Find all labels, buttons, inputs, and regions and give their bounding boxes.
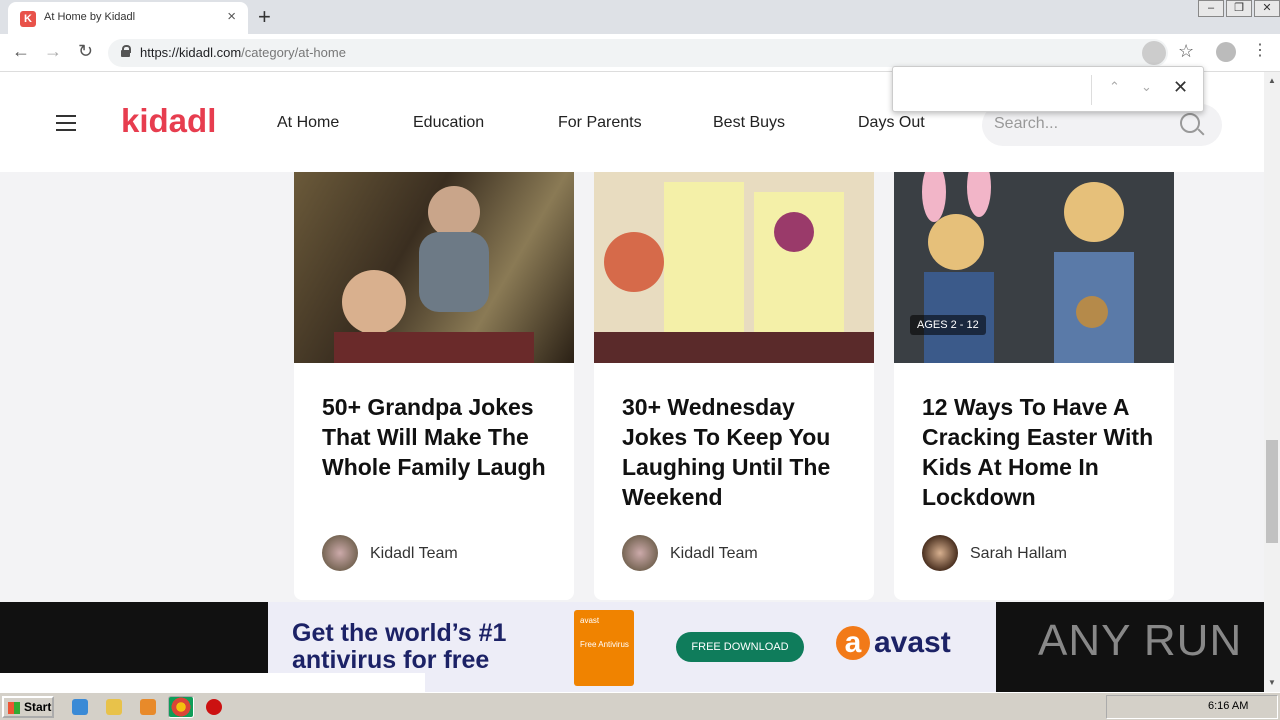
ad-headline: Get the world’s #1 antivirus for free [292, 620, 506, 674]
avast-logo-icon: a [836, 626, 870, 660]
author-avatar [322, 535, 358, 571]
article-title[interactable]: 30+ Wednesday Jokes To Keep You Laughing… [622, 392, 854, 512]
start-button[interactable]: Start [2, 696, 54, 718]
lock-icon [120, 45, 131, 57]
back-icon[interactable]: ← [12, 41, 30, 62]
article-card[interactable]: 50+ Grandpa Jokes That Will Make The Who… [294, 172, 574, 600]
url-text[interactable]: https://kidadl.com/category/at-home [140, 45, 346, 60]
kidadl-favicon-icon: K [20, 11, 36, 27]
reload-icon[interactable]: ↻ [78, 41, 93, 62]
find-in-page-icon[interactable] [1142, 41, 1166, 65]
anyrun-watermark: ANY RUN [1038, 616, 1243, 665]
minimize-icon[interactable]: – [1198, 0, 1224, 17]
article-image[interactable] [594, 172, 874, 363]
system-tray [1106, 695, 1278, 719]
author-avatar [922, 535, 958, 571]
new-tab-button[interactable]: + [258, 4, 271, 30]
author-name[interactable]: Kidadl Team [370, 545, 458, 563]
find-next-icon[interactable]: ⌄ [1141, 79, 1152, 95]
page-scrollbar[interactable]: ▲ ▼ [1264, 72, 1280, 692]
author-avatar [622, 535, 658, 571]
article-title[interactable]: 12 Ways To Have A Cracking Easter With K… [922, 392, 1154, 512]
chrome-icon[interactable] [168, 696, 194, 718]
product-box-image: avast Free Antivirus [574, 610, 634, 686]
url-host: https://kidadl.com [140, 45, 242, 60]
grandpa-baby-photo [334, 186, 534, 372]
avast-logo: a avast [836, 626, 951, 660]
address-bar[interactable]: https://kidadl.com/category/at-home [108, 39, 1168, 67]
find-close-icon[interactable]: ✕ [1173, 77, 1188, 98]
web-page: kidadl At Home Education For Parents Bes… [0, 72, 1264, 692]
windows-taskbar: Start 6:16 AM [0, 692, 1280, 720]
nav-education[interactable]: Education [413, 114, 484, 132]
folder-icon[interactable] [106, 699, 122, 715]
author-name[interactable]: Kidadl Team [670, 545, 758, 563]
article-image[interactable] [294, 172, 574, 372]
find-bar: ⌃ ⌄ ✕ [892, 66, 1204, 112]
close-window-icon[interactable]: ✕ [1254, 0, 1280, 17]
close-tab-icon[interactable]: × [227, 8, 236, 25]
planner-photo [594, 172, 874, 363]
window-controls: – ❐ ✕ [1196, 0, 1280, 18]
article-card[interactable]: 30+ Wednesday Jokes To Keep You Laughing… [594, 172, 874, 600]
nav-for-parents[interactable]: For Parents [558, 114, 642, 132]
find-divider [1091, 75, 1092, 105]
article-image[interactable]: AGES 2 - 12 [894, 172, 1174, 363]
nav-best-buys[interactable]: Best Buys [713, 114, 785, 132]
ad-headline-line1: Get the world’s #1 [292, 619, 507, 647]
bookmark-star-icon[interactable]: ☆ [1178, 41, 1194, 62]
scroll-up-icon[interactable]: ▲ [1268, 76, 1276, 85]
hamburger-menu-icon[interactable] [56, 115, 76, 136]
opera-icon[interactable] [206, 699, 222, 715]
ie-icon[interactable] [72, 699, 88, 715]
tab-strip: K At Home by Kidadl × + – ❐ ✕ [0, 0, 1280, 34]
scrollbar-thumb[interactable] [1266, 440, 1278, 543]
author-name[interactable]: Sarah Hallam [970, 545, 1067, 563]
find-previous-icon[interactable]: ⌃ [1109, 79, 1120, 95]
article-title[interactable]: 50+ Grandpa Jokes That Will Make The Who… [322, 392, 554, 482]
nav-at-home[interactable]: At Home [277, 114, 339, 132]
nav-days-out[interactable]: Days Out [858, 114, 925, 132]
more-menu-icon[interactable]: ⋮ [1252, 40, 1268, 60]
url-path: /category/at-home [241, 45, 346, 60]
free-download-button[interactable]: FREE DOWNLOAD [676, 632, 804, 662]
media-player-icon[interactable] [140, 699, 156, 715]
kidadl-logo[interactable]: kidadl [121, 102, 216, 140]
profile-avatar[interactable] [1216, 42, 1236, 62]
status-area [0, 673, 425, 692]
tab-title: At Home by Kidadl [44, 11, 136, 23]
avast-wordmark: avast [874, 626, 951, 659]
article-card[interactable]: AGES 2 - 12 12 Ways To Have A Cracking E… [894, 172, 1174, 600]
scroll-down-icon[interactable]: ▼ [1268, 678, 1276, 687]
restore-icon[interactable]: ❐ [1226, 0, 1252, 17]
tab-at-home[interactable]: K At Home by Kidadl × [8, 2, 248, 34]
box-brand: avast [580, 616, 600, 625]
find-input[interactable] [901, 75, 1087, 103]
search-placeholder: Search... [994, 115, 1059, 132]
box-label: Free Antivirus [580, 640, 629, 649]
forward-icon[interactable]: → [44, 41, 62, 62]
search-icon[interactable] [1180, 113, 1200, 133]
age-badge: AGES 2 - 12 [910, 315, 986, 335]
ad-headline-line2: antivirus for free [292, 646, 490, 674]
clock: 6:16 AM [1208, 700, 1249, 712]
